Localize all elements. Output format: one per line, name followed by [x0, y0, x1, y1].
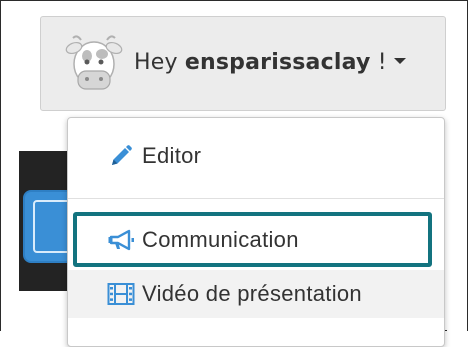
highlight-box — [73, 212, 432, 267]
greeting-prefix: Hey — [134, 50, 185, 75]
cow-avatar-icon — [65, 35, 123, 90]
user-menu-button[interactable]: Hey ensparissaclay ! — [40, 16, 446, 111]
greeting-suffix: ! — [370, 50, 387, 75]
menu-item-label: Vidéo de présentation — [142, 281, 362, 306]
menu-item-video-presentation[interactable]: Vidéo de présentation — [68, 270, 444, 318]
username: ensparissaclay — [184, 50, 371, 75]
caret-down-icon — [393, 58, 406, 64]
menu-item-label: Editor — [142, 143, 202, 168]
page-background-left — [1, 1, 19, 331]
pencil-icon — [106, 143, 136, 169]
user-greeting: Hey ensparissaclay ! — [134, 50, 406, 75]
page-background-bottom — [19, 291, 67, 331]
page-background-right — [447, 1, 467, 331]
menu-divider — [68, 198, 444, 199]
film-icon — [106, 281, 136, 307]
menu-item-editor[interactable]: Editor — [68, 132, 444, 180]
